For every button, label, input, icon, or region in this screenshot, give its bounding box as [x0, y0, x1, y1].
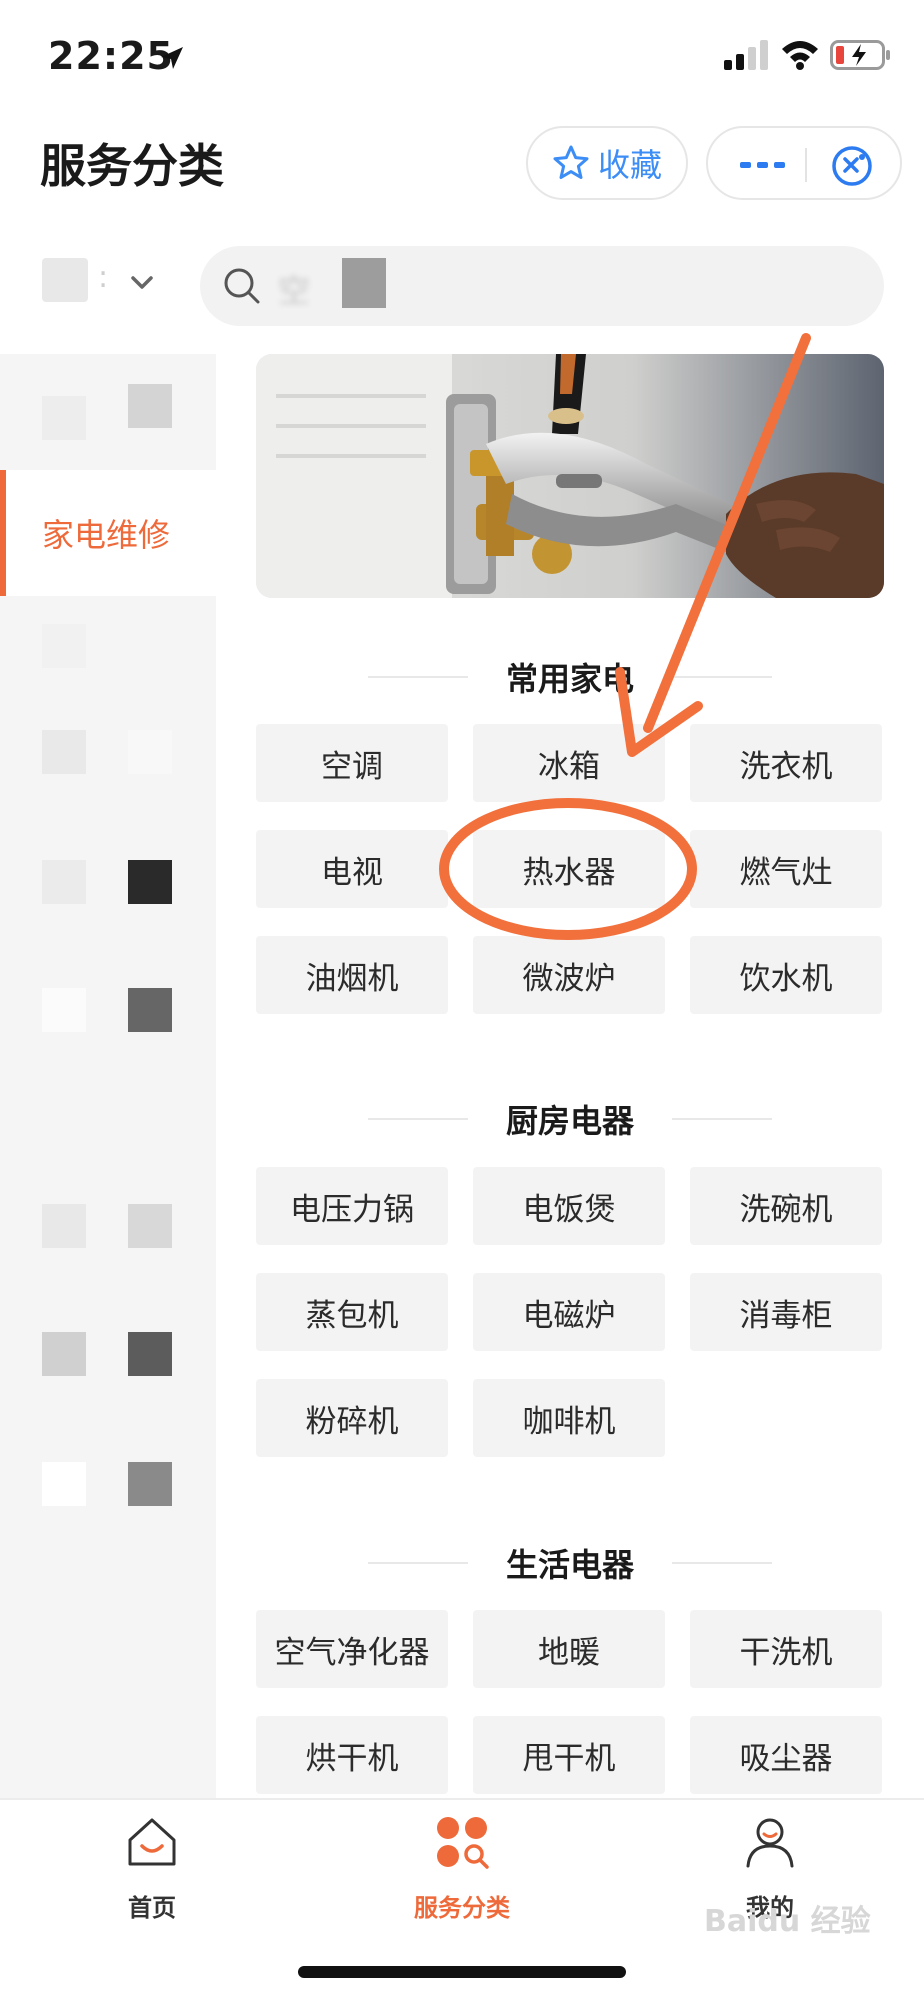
wifi-icon — [782, 41, 818, 70]
home-icon — [128, 1818, 176, 1866]
miniprogram-capsule — [706, 126, 902, 200]
category-button[interactable]: 饮水机 — [690, 936, 882, 1014]
category-button[interactable]: 粉碎机 — [256, 1379, 448, 1457]
category-button[interactable]: 电压力锅 — [256, 1167, 448, 1245]
sidebar-item-appliance-repair[interactable]: 家电维修 — [0, 470, 216, 596]
sidebar-item[interactable] — [0, 708, 216, 834]
sidebar-item-blurred — [128, 1462, 172, 1506]
sidebar-item-blurred — [128, 1204, 172, 1248]
more-icon[interactable] — [738, 156, 788, 174]
category-button[interactable]: 蒸包机 — [256, 1273, 448, 1351]
close-miniprogram-icon[interactable] — [830, 144, 874, 188]
battery-icon — [830, 40, 890, 70]
tab-label: 首页 — [128, 1894, 176, 1922]
section-title-common: 常用家电 — [256, 654, 884, 700]
tab-service-category[interactable]: 服务分类 — [362, 1814, 562, 1924]
watermark: Baidu 经验 — [704, 1904, 871, 1939]
category-sidebar: 家电维修 — [0, 354, 216, 1798]
chevron-down-icon — [131, 276, 153, 289]
section-divider — [368, 1118, 468, 1120]
sidebar-item-blurred — [42, 624, 86, 668]
search-input[interactable]: 空 — [200, 246, 884, 326]
section-title-text: 常用家电 — [505, 660, 634, 698]
favorite-label: 收藏 — [597, 146, 662, 184]
category-button[interactable]: 空气净化器 — [256, 1610, 448, 1688]
capsule-divider — [805, 148, 807, 182]
section-title-text: 生活电器 — [505, 1546, 634, 1584]
category-icon — [437, 1817, 489, 1869]
sidebar-item[interactable] — [0, 962, 216, 1088]
favorite-button[interactable]: 收藏 — [526, 126, 688, 200]
category-button[interactable]: 咖啡机 — [473, 1379, 665, 1457]
category-button-water-heater[interactable]: 热水器 — [473, 830, 665, 908]
section-divider — [672, 1562, 772, 1564]
category-button[interactable]: 吸尘器 — [690, 1716, 882, 1794]
sidebar-item-label: 家电维修 — [42, 516, 171, 554]
home-indicator[interactable] — [298, 1966, 626, 1978]
sidebar-item-blurred — [128, 384, 172, 428]
cellular-signal-icon — [724, 40, 768, 70]
category-button[interactable]: 干洗机 — [690, 1610, 882, 1688]
category-button[interactable]: 洗衣机 — [690, 724, 882, 802]
sidebar-item-blurred — [42, 1204, 86, 1248]
sidebar-item[interactable] — [0, 1432, 216, 1558]
category-button[interactable]: 烘干机 — [256, 1716, 448, 1794]
section-title-kitchen: 厨房电器 — [256, 1096, 884, 1142]
sidebar-item-blurred — [128, 860, 172, 904]
tab-home[interactable]: 首页 — [52, 1814, 252, 1924]
sidebar-item[interactable] — [0, 834, 216, 960]
category-button[interactable]: 油烟机 — [256, 936, 448, 1014]
section-divider — [368, 676, 468, 678]
search-placeholder: 空 — [278, 272, 311, 310]
profile-icon — [746, 1818, 794, 1868]
sidebar-item[interactable] — [0, 354, 216, 480]
page-title: 服务分类 — [40, 139, 224, 193]
status-time: 22:25 — [48, 34, 174, 78]
sidebar-item-blurred — [42, 730, 86, 774]
section-divider — [368, 1562, 468, 1564]
banner-image[interactable] — [256, 354, 884, 598]
sidebar-item-blurred — [42, 396, 86, 440]
sidebar-item-blurred — [42, 1332, 86, 1376]
city-name-suffix: : — [98, 260, 109, 295]
category-button[interactable]: 电视 — [256, 830, 448, 908]
status-bar: 22:25 — [0, 0, 924, 110]
star-icon — [553, 145, 589, 179]
section-title-living: 生活电器 — [256, 1540, 884, 1586]
search-placeholder-blurred — [342, 258, 386, 308]
category-button[interactable]: 冰箱 — [473, 724, 665, 802]
category-button[interactable]: 地暖 — [473, 1610, 665, 1688]
sidebar-item-blurred — [42, 860, 86, 904]
category-button[interactable]: 微波炉 — [473, 936, 665, 1014]
category-button[interactable]: 洗碗机 — [690, 1167, 882, 1245]
category-button[interactable]: 燃气灶 — [690, 830, 882, 908]
sidebar-item[interactable] — [0, 1304, 216, 1430]
tab-label: 服务分类 — [414, 1894, 510, 1922]
section-title-text: 厨房电器 — [505, 1102, 634, 1140]
category-button[interactable]: 甩干机 — [473, 1716, 665, 1794]
sidebar-item-blurred — [128, 730, 172, 774]
sidebar-item-blurred — [42, 1462, 86, 1506]
section-divider — [672, 1118, 772, 1120]
sidebar-item[interactable] — [0, 1176, 216, 1302]
location-arrow-icon — [161, 47, 183, 69]
sidebar-item-blurred — [42, 988, 86, 1032]
category-button[interactable]: 消毒柜 — [690, 1273, 882, 1351]
section-divider — [672, 676, 772, 678]
city-selector[interactable]: : — [42, 254, 162, 308]
sidebar-item-blurred — [128, 988, 172, 1032]
category-button[interactable]: 电磁炉 — [473, 1273, 665, 1351]
city-name-blurred — [42, 258, 88, 302]
active-indicator — [0, 470, 6, 596]
category-button[interactable]: 电饭煲 — [473, 1167, 665, 1245]
sidebar-item-blurred — [128, 1332, 172, 1376]
category-button[interactable]: 空调 — [256, 724, 448, 802]
sidebar-item[interactable] — [0, 596, 216, 722]
search-icon — [224, 268, 260, 304]
